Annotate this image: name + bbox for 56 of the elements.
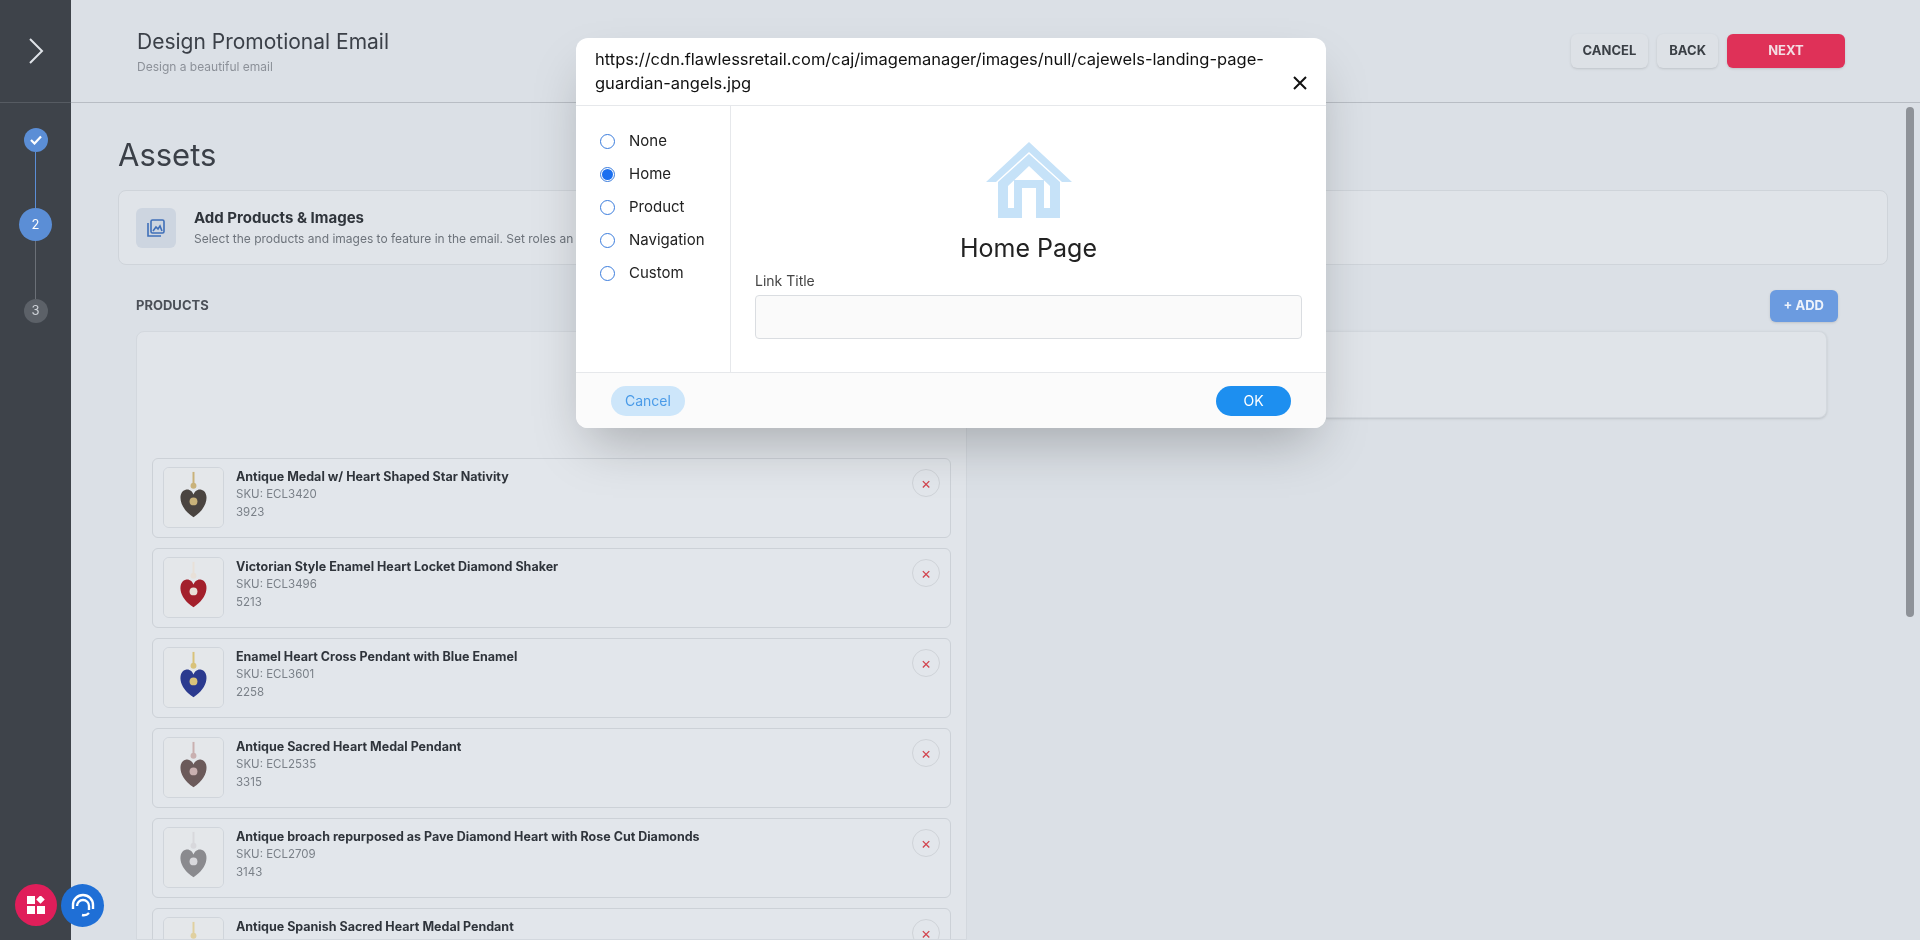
step-indicator[interactable]: 3 [23,299,48,323]
product-number: 3923 [236,504,266,521]
product-name: Enamel Heart Cross Pendant with Blue Enamel [236,648,519,665]
page-subtitle: Design a beautiful email [137,57,274,76]
dialog-title: https://cdn.flawlessretail.com/caj/imagemanager/images/null/cajewels-landing-page-guardian-angels.jpg [595,48,1265,95]
radio-option[interactable]: Product [600,198,730,217]
product-sku: SKU: ECL3601 [236,666,316,683]
product-number: 3315 [236,774,263,791]
product-sku: SKU: ECL2535 [236,756,318,773]
radio-label: Product [629,196,685,219]
radio-label: Custom [629,262,684,285]
product-sku: SKU: ECL2709 [236,846,317,863]
product-row[interactable]: Antique broach repurposed as Pave Diamond Heart with Rose Cut Diamonds SKU: ECL2709 3143 × [152,818,951,898]
support-button[interactable] [61,884,104,927]
radio-button[interactable] [600,167,615,182]
radio-option[interactable]: Home [600,165,730,184]
product-name: Antique broach repurposed as Pave Diamond Heart with Rose Cut Diamonds [236,828,701,845]
product-sku: SKU: ECL3420 [236,486,318,503]
link-title-input[interactable] [755,294,1302,339]
radio-label: None [629,130,667,153]
radio-label: Home [629,163,672,186]
field-label: Link Title [755,270,816,291]
card-title: Add Products & Images [194,207,365,230]
close-icon[interactable] [1293,76,1307,90]
product-row[interactable]: Antique Sacred Heart Medal Pendant SKU: ECL2535 3315 × [152,728,951,808]
step-indicator[interactable] [23,128,48,152]
product-number: 3143 [236,864,264,881]
radio-option[interactable]: None [600,132,730,151]
apps-button[interactable] [15,884,57,926]
product-name: Antique Medal w/ Heart Shaped Star Nativity [236,468,510,485]
product-name: Victorian Style Enamel Heart Locket Diamond Shaker [236,558,560,575]
radio-option[interactable]: Custom [600,264,730,283]
images-icon [147,218,165,237]
home-icon [985,142,1072,218]
header-button[interactable]: CANCEL [1570,34,1649,68]
preview-title: Home Page [959,232,1098,265]
header-button[interactable]: BACK [1657,34,1718,68]
product-sku: SKU: ECL3496 [236,576,318,593]
radio-label: Navigation [629,229,705,252]
product-name: Antique Spanish Sacred Heart Medal Pendant [236,918,515,935]
product-row[interactable]: Antique Spanish Sacred Heart Medal Pendant × [152,908,951,939]
grid-icon [27,896,45,914]
check-icon [29,135,42,145]
product-row[interactable]: Victorian Style Enamel Heart Locket Diamond Shaker SKU: ECL3496 5213 × [152,548,951,628]
radio-option[interactable]: Navigation [600,231,730,250]
product-row[interactable]: Antique Medal w/ Heart Shaped Star Nativity SKU: ECL3420 3923 × [152,458,951,538]
product-name: Antique Sacred Heart Medal Pendant [236,738,463,755]
card-description: Select the products and images to feature in the email. Set roles an [194,229,574,248]
page-title: Design Promotional Email [137,28,390,57]
section-title: Assets [118,135,217,175]
section-label: PRODUCTS [136,296,209,316]
chevron-right-icon[interactable] [27,37,44,65]
product-number: 5213 [236,594,263,611]
product-row[interactable]: Enamel Heart Cross Pendant with Blue Enamel SKU: ECL3601 2258 × [152,638,951,718]
scrollbar[interactable] [1906,107,1914,617]
product-number: 2258 [236,684,266,701]
